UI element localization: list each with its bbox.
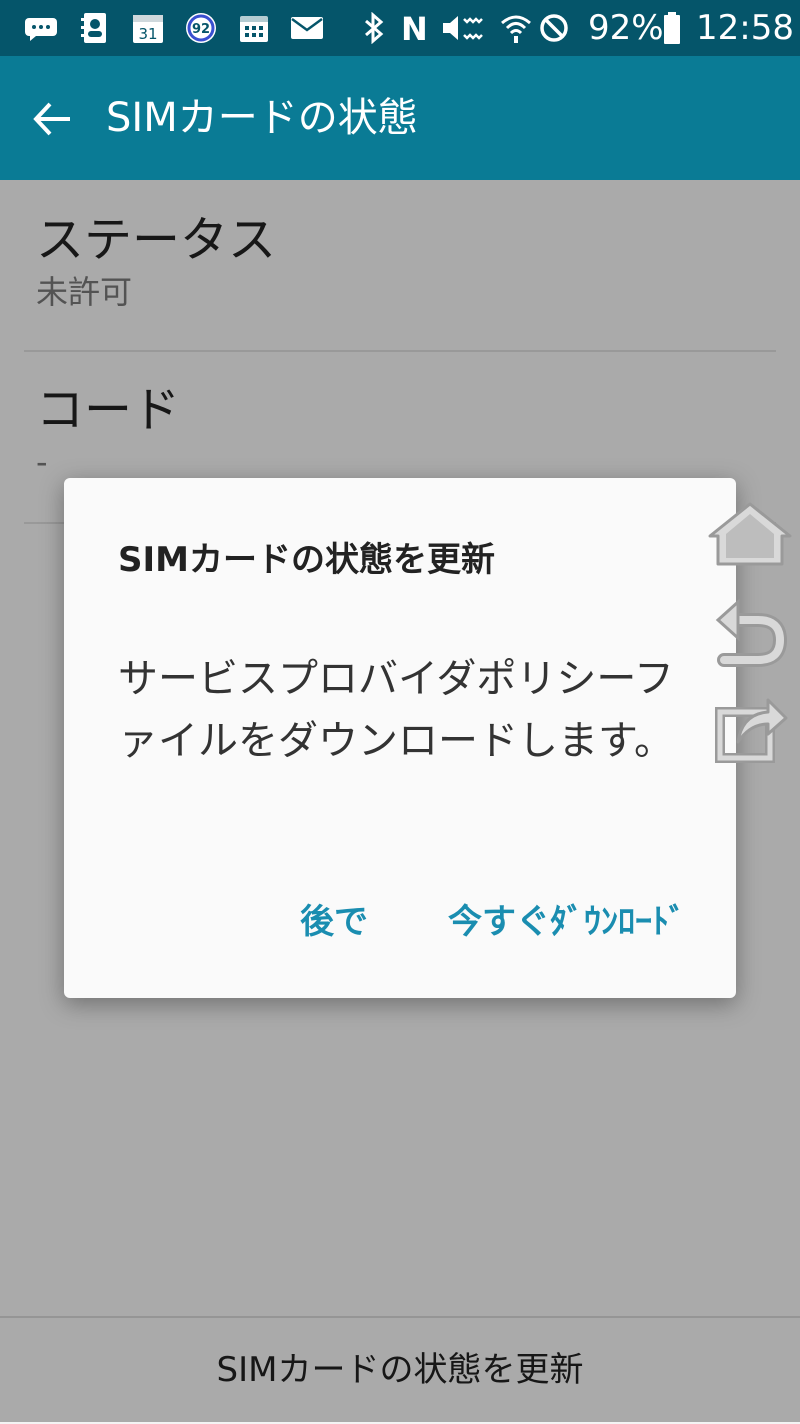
email-icon [290,12,324,44]
schedule-icon [238,12,270,44]
back-arrow-icon[interactable] [30,96,76,142]
back-icon[interactable] [714,598,790,672]
nfc-icon: N [398,12,430,44]
bluetooth-icon [362,12,386,44]
dialog-title: SIMカードの状態を更新 [118,540,495,580]
contacts-icon [80,12,110,44]
do-not-disturb-icon [538,12,570,44]
svg-text:N: N [401,12,428,44]
home-icon[interactable] [704,498,796,574]
data-usage-icon: 92 [184,12,218,44]
status-bar: 31 92 N 92% 12:58 [0,0,800,56]
message-icon [24,12,58,44]
app-bar: SIMカードの状態 [0,56,800,180]
update-dialog: SIMカードの状態を更新 サービスプロバイダポリシーファイルをダウンロードします… [64,478,736,998]
mute-icon [440,12,486,44]
download-now-button[interactable]: 今すぐﾀﾞｳﾝﾛｰﾄﾞ [448,898,686,946]
battery-percent: 92% [588,8,664,48]
later-button[interactable]: 後で [300,898,368,946]
calendar-icon: 31 [132,12,164,44]
clock: 12:58 [696,8,794,48]
share-icon[interactable] [714,692,790,768]
dialog-message: サービスプロバイダポリシーファイルをダウンロードします。 [118,656,674,764]
badge-text: 92 [192,22,210,37]
calendar-day-text: 31 [138,25,157,43]
battery-icon [662,12,682,44]
wifi-icon [500,12,532,44]
page-title: SIMカードの状態 [106,95,418,141]
